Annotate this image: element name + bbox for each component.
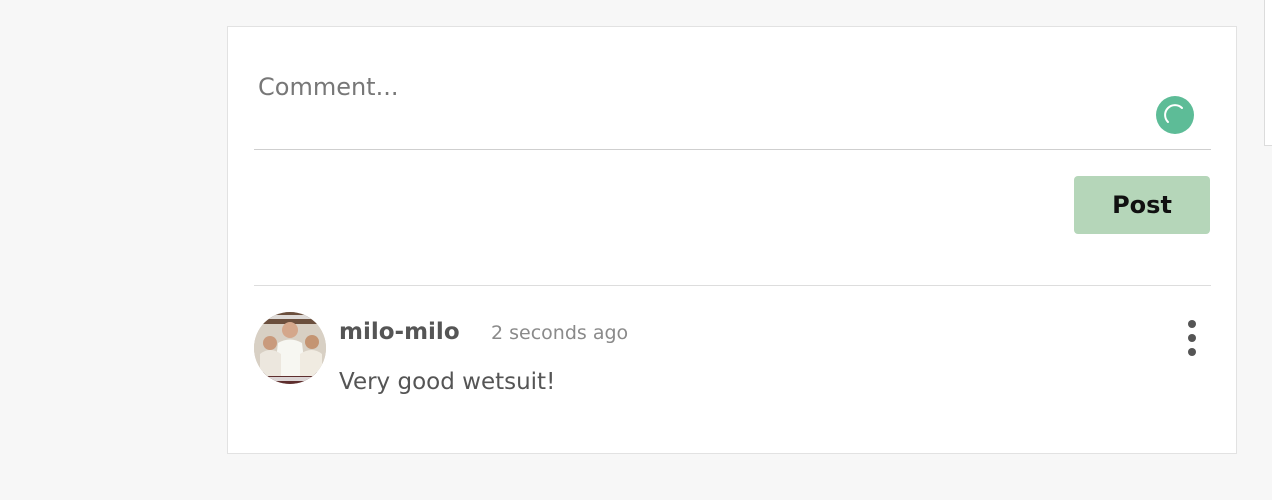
- comment-username[interactable]: milo-milo: [339, 315, 460, 349]
- vertical-ellipsis-icon: [1188, 320, 1196, 328]
- comments-card: Post milo-milo 2 sec: [227, 26, 1237, 454]
- avatar[interactable]: [254, 312, 326, 384]
- comment-input[interactable]: [254, 59, 1134, 115]
- comment-input-underline: [254, 149, 1211, 150]
- vertical-ellipsis-icon: [1188, 348, 1196, 356]
- vertical-ellipsis-icon: [1188, 334, 1196, 342]
- comments-divider: [254, 285, 1211, 286]
- comment-text: Very good wetsuit!: [339, 369, 556, 395]
- post-button[interactable]: Post: [1074, 176, 1210, 234]
- loading-spinner-icon: [1156, 96, 1194, 134]
- comment-timestamp: 2 seconds ago: [491, 322, 629, 344]
- more-options-button[interactable]: [1180, 320, 1202, 356]
- side-panel-edge: [1264, 0, 1272, 146]
